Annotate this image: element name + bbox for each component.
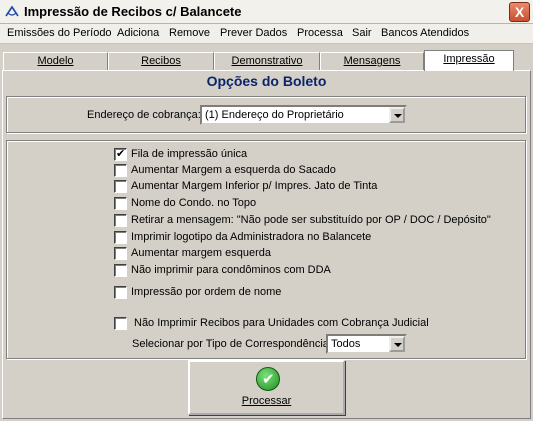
option-label: Não Imprimir Recibos para Unidades com C… (134, 317, 429, 329)
app-icon (5, 5, 19, 17)
endereco-value: (1) Endereço do Proprietário (205, 109, 344, 121)
checkbox-nome-condo[interactable] (114, 197, 127, 210)
endereco-label: Endereço de cobrança: (87, 109, 201, 121)
section-heading: Opções do Boleto (206, 73, 327, 89)
menu-bancos-atendidos[interactable]: Bancos Atendidos (381, 27, 469, 39)
window-title: Impressão de Recibos c/ Balancete (24, 4, 242, 19)
close-button[interactable]: X (509, 2, 530, 22)
correspondencia-label: Selecionar por Tipo de Correspondência: (132, 338, 332, 350)
endereco-select[interactable]: (1) Endereço do Proprietário (200, 105, 407, 125)
menu-bar: Emissões do Período Adiciona Remove Prev… (0, 24, 533, 44)
option-label: Imprimir logotipo da Administradora no B… (131, 231, 372, 243)
process-button[interactable]: Processar (188, 360, 345, 415)
menu-remove[interactable]: Remove (169, 27, 210, 39)
option-label: Aumentar margem esquerda (131, 247, 272, 259)
checkbox-fila-impressao[interactable] (114, 147, 127, 161)
correspondencia-select[interactable]: Todos (326, 334, 407, 354)
checkbox-margem-esquerda[interactable] (114, 247, 127, 260)
check-icon (256, 367, 280, 391)
menu-prever-dados[interactable]: Prever Dados (220, 27, 287, 39)
option-label: Aumentar Margem a esquerda do Sacado (131, 164, 336, 176)
checkbox-retirar-mensagem[interactable] (114, 214, 127, 227)
tab-strip: Modelo Recibos Demonstrativo Mensagens I… (0, 50, 533, 71)
menu-adiciona[interactable]: Adiciona (117, 27, 159, 39)
tab-mensagens[interactable]: Mensagens (320, 52, 424, 70)
checkbox-logotipo[interactable] (114, 231, 127, 244)
option-label: Retirar a mensagem: "Não pode ser substi… (131, 214, 491, 226)
title-bar: Impressão de Recibos c/ Balancete X (0, 0, 533, 24)
checkbox-margem-inferior[interactable] (114, 180, 127, 193)
option-label: Não imprimir para condôminos com DDA (131, 264, 331, 276)
checkbox-cobranca-judicial[interactable] (114, 317, 127, 330)
chevron-down-icon[interactable] (389, 336, 405, 352)
option-label: Aumentar Margem Inferior p/ Impres. Jato… (131, 180, 378, 192)
tab-modelo[interactable]: Modelo (3, 52, 108, 70)
option-label: Fila de impressão única (131, 148, 248, 160)
menu-sair[interactable]: Sair (352, 27, 372, 39)
menu-emissoes[interactable]: Emissões do Período (7, 27, 112, 39)
option-label: Nome do Condo. no Topo (131, 197, 257, 209)
checkbox-ordem-nome[interactable] (114, 286, 127, 299)
option-label: Impressão por ordem de nome (131, 286, 282, 298)
process-button-label: Processar (241, 395, 292, 407)
chevron-down-icon[interactable] (389, 107, 405, 123)
tab-demonstrativo[interactable]: Demonstrativo (214, 52, 320, 70)
checkbox-margem-sacado[interactable] (114, 164, 127, 177)
tab-impressao[interactable]: Impressão (424, 50, 514, 71)
correspondencia-value: Todos (331, 338, 361, 350)
tab-recibos[interactable]: Recibos (108, 52, 214, 70)
menu-processa[interactable]: Processa (297, 27, 343, 39)
checkbox-dda[interactable] (114, 264, 127, 277)
